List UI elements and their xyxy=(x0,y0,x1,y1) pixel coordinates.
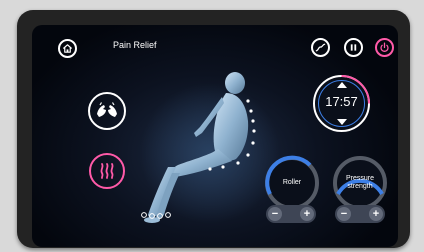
pressure-stepper: − + xyxy=(335,205,385,223)
foot-roller-indicator xyxy=(141,212,171,219)
trend-icon xyxy=(315,43,326,52)
pressure-label-line2: strength xyxy=(347,183,373,190)
timer-up-icon[interactable] xyxy=(336,82,347,88)
timer-value: 17:57 xyxy=(325,94,358,109)
timer-display[interactable]: 17:57 xyxy=(312,74,371,133)
pressure-decrease-button[interactable]: − xyxy=(337,207,351,221)
home-icon xyxy=(62,44,73,53)
timer-down-icon[interactable] xyxy=(336,119,347,125)
pressure-label-line1: Pressure xyxy=(345,175,374,182)
hands-icon xyxy=(97,102,117,117)
control-screen: Pain Relief 17:57 Roller − + Pressure st… xyxy=(32,25,398,247)
roller-dial[interactable]: Roller xyxy=(263,154,321,212)
pause-icon xyxy=(350,44,357,51)
trend-button[interactable] xyxy=(311,38,330,57)
roller-decrease-button[interactable]: − xyxy=(268,207,282,221)
roller-increase-button[interactable]: + xyxy=(300,207,314,221)
pressure-dial[interactable]: Pressure strength xyxy=(331,154,389,212)
page-title: Pain Relief xyxy=(113,40,157,50)
power-button[interactable] xyxy=(375,38,394,57)
pressure-label: Pressure strength xyxy=(331,175,389,191)
heat-icon xyxy=(100,163,114,179)
power-icon xyxy=(380,42,389,52)
pressure-increase-button[interactable]: + xyxy=(369,207,383,221)
figure-head xyxy=(225,72,245,94)
roller-label: Roller xyxy=(282,179,302,186)
pause-button[interactable] xyxy=(344,38,363,57)
home-button[interactable] xyxy=(58,39,77,58)
roller-stepper: − + xyxy=(266,205,316,223)
